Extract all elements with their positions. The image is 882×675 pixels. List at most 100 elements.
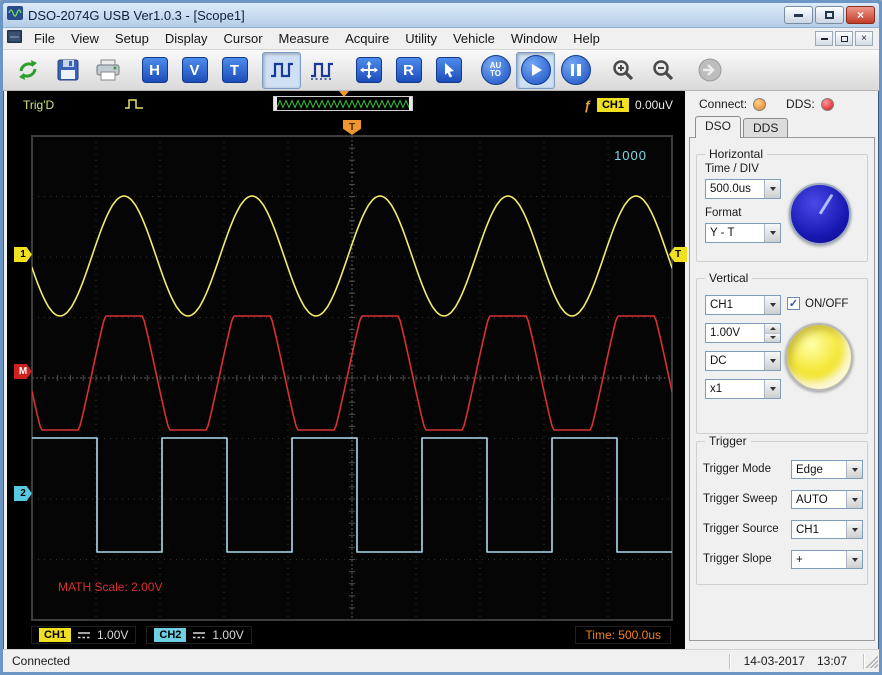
menu-file[interactable]: File [26,29,63,48]
mdi-minimize-button[interactable] [815,31,833,46]
close-button[interactable]: × [846,6,875,24]
dropdown-arrow-icon[interactable] [846,491,862,508]
dc-coupling-icon [192,631,206,640]
time-div-value: 500.0us [706,180,764,198]
trigger-mode-label: Trigger Mode [703,463,771,475]
trigger-symbol-icon: ƒ [584,98,591,113]
tab-dds[interactable]: DDS [743,118,788,138]
menu-bar: File View Setup Display Cursor Measure A… [3,28,879,50]
zoom-out-button[interactable] [643,52,682,89]
zoom-in-button[interactable] [603,52,642,89]
trigger-slope-select[interactable]: + [791,550,863,569]
trigger-source-select[interactable]: CH1 [791,520,863,539]
trigger-level-value: 0.00uV [635,98,673,112]
print-button[interactable] [88,52,127,89]
menu-vehicle[interactable]: Vehicle [445,29,503,48]
format-value: Y - T [706,224,764,242]
horizontal-knob[interactable] [789,183,851,245]
trigger-sweep-select[interactable]: AUTO [791,490,863,509]
math-marker[interactable]: M [14,364,32,379]
pan-button[interactable] [349,52,388,89]
trigger-settings-button[interactable]: T [215,52,254,89]
trigger-position-marker[interactable]: T [343,120,361,135]
menu-cursor[interactable]: Cursor [216,29,271,48]
channel-select[interactable]: CH1 [705,295,781,315]
maximize-button[interactable] [815,6,844,24]
tab-dso[interactable]: DSO [695,116,741,138]
minimize-button[interactable] [784,6,813,24]
vertical-knob[interactable] [785,323,853,391]
r-icon: R [396,57,422,83]
ch2-readout: CH2 1.00V [146,626,251,644]
autoset-icon: AUTO [481,55,511,85]
pause-button[interactable] [556,52,595,89]
dropdown-arrow-icon[interactable] [846,521,862,538]
format-select[interactable]: Y - T [705,223,781,243]
spinner-down-icon[interactable] [765,334,780,343]
coupling-select[interactable]: DC [705,351,781,371]
checkbox-checked-icon[interactable]: ✓ [787,297,800,310]
menu-measure[interactable]: Measure [271,29,338,48]
resize-grip[interactable] [864,654,878,668]
mdi-restore-button[interactable] [835,31,853,46]
dc-coupling-icon [77,631,91,640]
dropdown-arrow-icon[interactable] [846,551,862,568]
v-icon: V [182,57,208,83]
menu-acquire[interactable]: Acquire [337,29,397,48]
menu-window[interactable]: Window [503,29,565,48]
trigger-sweep-value: AUTO [792,491,846,508]
waveform-mode-button[interactable] [262,52,301,89]
menu-setup[interactable]: Setup [107,29,157,48]
zoom-out-icon [651,58,675,82]
menu-view[interactable]: View [63,29,107,48]
mdi-restore-icon [841,36,848,42]
minimize-icon [794,14,803,17]
record-button[interactable]: R [389,52,428,89]
trigger-mode-select[interactable]: Edge [791,460,863,479]
vertical-settings-button[interactable]: V [175,52,214,89]
dropdown-arrow-icon[interactable] [764,352,780,370]
ch1-marker[interactable]: 1 [14,247,32,262]
dropdown-arrow-icon[interactable] [764,296,780,314]
trigger-slope-value: + [792,551,846,568]
trigger-source-value: CH1 [792,521,846,538]
save-button[interactable] [48,52,87,89]
refresh-icon [15,57,41,83]
autoset-button[interactable]: AUTO [476,52,515,89]
panel-tabs: DSO DDS [695,118,790,138]
run-button[interactable] [516,52,555,89]
spinner-up-icon[interactable] [765,324,780,334]
document-icon [7,30,22,48]
probe-select[interactable]: x1 [705,379,781,399]
time-div-select[interactable]: 500.0us [705,179,781,199]
title-bar[interactable]: DSO-2074G USB Ver1.0.3 - [Scope1] × [3,3,879,28]
horizontal-settings-button[interactable]: H [135,52,174,89]
trigger-slope-label: Trigger Slope [703,553,772,565]
save-icon [56,58,80,82]
volts-div-spinner[interactable]: 1.00V [705,323,781,343]
menu-help[interactable]: Help [565,29,608,48]
ch2-marker[interactable]: 2 [14,486,32,501]
dropdown-arrow-icon[interactable] [846,461,862,478]
play-icon [521,55,551,85]
arrow-disabled-icon [696,57,724,83]
preview-trigger-marker[interactable] [339,91,349,97]
mdi-close-button[interactable]: × [855,31,873,46]
waveform-mode2-button[interactable] [302,52,341,89]
dropdown-arrow-icon[interactable] [764,224,780,242]
trigger-source-label: Trigger Source [703,523,779,535]
window-title: DSO-2074G USB Ver1.0.3 - [Scope1] [28,8,245,23]
refresh-button[interactable] [8,52,47,89]
scope-screen[interactable]: 1000 MATH Scale: 2.00V [31,135,673,621]
dropdown-arrow-icon[interactable] [764,180,780,198]
dropdown-arrow-icon[interactable] [764,380,780,398]
time-div-label: Time / DIV [705,163,759,175]
trigger-mode-value: Edge [792,461,846,478]
menu-utility[interactable]: Utility [397,29,445,48]
record-preview-bar[interactable] [273,96,413,111]
channel-onoff[interactable]: ✓ ON/OFF [787,297,848,310]
menu-display[interactable]: Display [157,29,216,48]
horizontal-group-title: Horizontal [705,147,767,161]
cursor-tool-button[interactable] [429,52,468,89]
connect-led [753,98,766,111]
